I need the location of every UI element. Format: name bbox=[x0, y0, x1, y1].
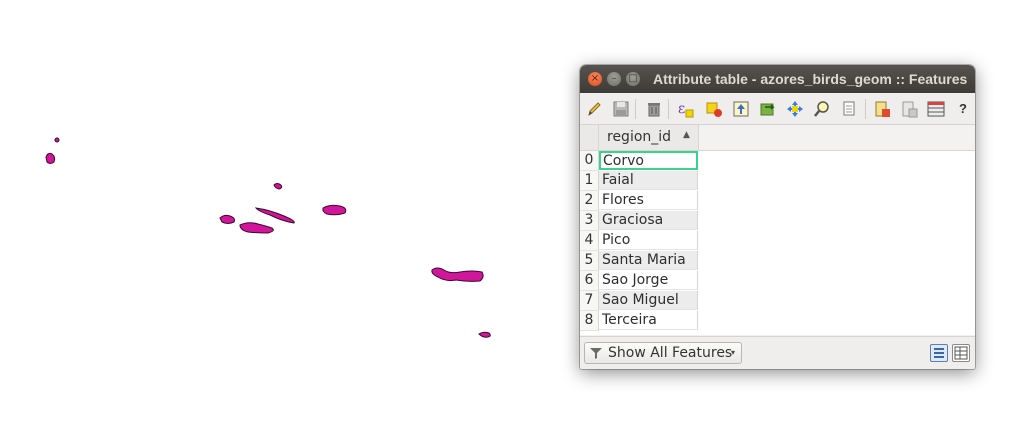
show-all-features-label: Show All Features bbox=[608, 345, 733, 361]
table-cell[interactable]: Terceira bbox=[599, 311, 698, 330]
save-edits-icon[interactable] bbox=[612, 100, 630, 118]
title-bar[interactable]: × – □ Attribute table - azores_birds_geo… bbox=[580, 65, 975, 93]
expression-icon[interactable]: ε bbox=[676, 100, 694, 118]
table-cell[interactable]: Faial bbox=[599, 171, 698, 190]
new-field-icon[interactable] bbox=[874, 100, 892, 118]
row-number[interactable]: 5 bbox=[580, 251, 599, 271]
table-cell[interactable]: Sao Miguel bbox=[599, 291, 698, 310]
row-number[interactable]: 8 bbox=[580, 311, 599, 331]
island-graciosa bbox=[273, 183, 283, 190]
chevron-down-icon: ▾ bbox=[731, 348, 736, 357]
table-cell[interactable]: Sao Jorge bbox=[599, 271, 698, 290]
table-row[interactable]: 8 Terceira bbox=[580, 311, 699, 331]
form-view-icon bbox=[934, 348, 944, 358]
toggle-editing-pencil-icon[interactable] bbox=[585, 100, 603, 118]
field-calculator-icon[interactable] bbox=[927, 100, 945, 118]
table-row[interactable]: 4 Pico bbox=[580, 231, 699, 251]
table-view-button[interactable] bbox=[952, 344, 970, 362]
table-view-icon bbox=[954, 346, 968, 360]
minimize-window-button[interactable]: – bbox=[607, 72, 621, 86]
table-row[interactable]: 6 Sao Jorge bbox=[580, 271, 699, 291]
table-row[interactable]: 1 Faial bbox=[580, 171, 699, 191]
table-corner[interactable] bbox=[580, 125, 599, 151]
table-cell[interactable]: Pico bbox=[599, 231, 698, 250]
attribute-table-window: × – □ Attribute table - azores_birds_geo… bbox=[580, 65, 975, 369]
maximize-window-button[interactable]: □ bbox=[626, 72, 640, 86]
table-row[interactable]: 3 Graciosa bbox=[580, 211, 699, 231]
invert-selection-icon[interactable] bbox=[759, 100, 777, 118]
island-santa-maria bbox=[478, 331, 491, 338]
move-selection-top-icon[interactable] bbox=[732, 100, 750, 118]
copy-rows-icon[interactable] bbox=[840, 100, 858, 118]
row-number[interactable]: 1 bbox=[580, 171, 599, 191]
table-cell[interactable]: Flores bbox=[599, 191, 698, 210]
island-faial bbox=[219, 214, 235, 224]
pan-to-selection-icon[interactable] bbox=[786, 100, 804, 118]
table-row[interactable]: 0 Corvo bbox=[580, 151, 699, 171]
sort-ascending-icon: ▲ bbox=[683, 130, 690, 140]
select-by-expression-icon[interactable] bbox=[705, 100, 723, 118]
close-window-button[interactable]: × bbox=[588, 72, 602, 86]
island-sao-jorge bbox=[254, 207, 295, 224]
island-pico bbox=[239, 222, 274, 234]
row-number[interactable]: 0 bbox=[580, 151, 599, 171]
table-row[interactable]: 7 Sao Miguel bbox=[580, 291, 699, 311]
column-header-label: region_id bbox=[607, 129, 672, 145]
show-all-features-button[interactable]: Show All Features ▾ bbox=[584, 342, 742, 364]
row-number[interactable]: 4 bbox=[580, 231, 599, 251]
zoom-to-selection-icon[interactable] bbox=[813, 100, 831, 118]
attribute-toolbar: ε ? bbox=[580, 94, 975, 125]
header-filler bbox=[699, 125, 975, 151]
row-number[interactable]: 2 bbox=[580, 191, 599, 211]
column-header-region-id[interactable]: region_id ▲ bbox=[599, 125, 699, 151]
status-bar: Show All Features ▾ bbox=[580, 336, 975, 369]
island-corvo bbox=[54, 137, 60, 143]
help-icon[interactable]: ? bbox=[954, 100, 972, 118]
island-flores bbox=[45, 152, 56, 164]
filter-icon bbox=[590, 348, 602, 359]
delete-icon[interactable] bbox=[645, 100, 663, 118]
svg-text:ε: ε bbox=[678, 101, 685, 117]
delete-field-icon[interactable] bbox=[901, 100, 919, 118]
table-cell[interactable]: Santa Maria bbox=[599, 251, 698, 270]
form-view-button[interactable] bbox=[930, 344, 948, 362]
window-title: Attribute table - azores_birds_geom :: F… bbox=[653, 71, 971, 87]
attribute-grid: region_id ▲ 0 Corvo 1 Faial 2 Flores 3 G… bbox=[580, 125, 975, 335]
table-cell[interactable]: Corvo bbox=[599, 151, 698, 170]
row-number[interactable]: 3 bbox=[580, 211, 599, 231]
island-terceira bbox=[322, 204, 347, 216]
row-number[interactable]: 7 bbox=[580, 291, 599, 311]
table-row[interactable]: 2 Flores bbox=[580, 191, 699, 211]
row-number[interactable]: 6 bbox=[580, 271, 599, 291]
table-row[interactable]: 5 Santa Maria bbox=[580, 251, 699, 271]
island-sao-miguel bbox=[431, 267, 484, 282]
table-cell[interactable]: Graciosa bbox=[599, 211, 698, 230]
